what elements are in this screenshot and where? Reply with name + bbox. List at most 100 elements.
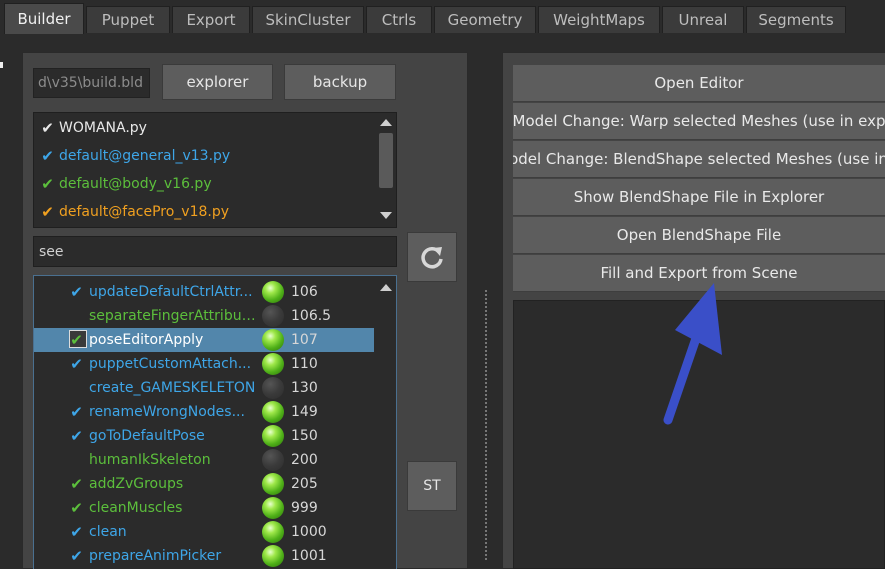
list-item[interactable]: ✔ default@body_v16.py xyxy=(40,172,212,196)
task-order-number: 107 xyxy=(291,332,318,348)
check-icon[interactable]: ✔ xyxy=(68,499,85,517)
tab-skincluster[interactable]: SkinCluster xyxy=(252,6,364,33)
check-icon[interactable]: ✔ xyxy=(68,427,85,445)
task-name: humanIkSkeleton xyxy=(89,452,211,468)
status-light-icon xyxy=(262,545,284,567)
open-editor-button[interactable]: Open Editor xyxy=(513,65,885,102)
arrow-annotation xyxy=(663,283,722,425)
table-row[interactable]: ✔ prepareAnimPicker 1001 xyxy=(34,544,374,568)
status-light-icon xyxy=(262,377,284,399)
tab-weightmaps[interactable]: WeightMaps xyxy=(538,6,660,33)
check-icon[interactable]: ✔ xyxy=(68,475,85,493)
table-row[interactable]: ✔ clean 1000 xyxy=(34,520,374,544)
task-name: prepareAnimPicker xyxy=(89,548,222,564)
task-order-number: 110 xyxy=(291,356,318,372)
tab-ctrls[interactable]: Ctrls xyxy=(366,6,432,33)
status-light-icon xyxy=(262,281,284,303)
table-row[interactable]: ✔ puppetCustomAttach... 110 xyxy=(34,352,374,376)
scrollbar-thumb[interactable] xyxy=(379,133,393,188)
mouse-cursor-icon xyxy=(0,62,3,68)
task-order-number: 999 xyxy=(291,500,318,516)
tab-export[interactable]: Export xyxy=(172,6,250,33)
check-icon: ✔ xyxy=(41,203,54,221)
table-row[interactable]: create_GAMESKELETON 130 xyxy=(34,376,374,400)
task-name: puppetCustomAttach... xyxy=(89,356,252,372)
task-name: separateFingerAttributes xyxy=(89,308,257,324)
check-icon: ✔ xyxy=(41,147,54,165)
check-icon[interactable]: ✔ xyxy=(68,283,85,301)
task-name: renameWrongNodes... xyxy=(89,404,245,420)
list-item[interactable]: ✔ WOMANA.py xyxy=(40,116,147,140)
file-name: default@body_v16.py xyxy=(59,176,212,192)
task-name: goToDefaultPose xyxy=(89,428,205,444)
status-light-icon xyxy=(262,401,284,423)
check-icon[interactable]: ✔ xyxy=(68,403,85,421)
check-icon: ✔ xyxy=(41,119,54,137)
show-blendshape-file-button[interactable]: Show BlendShape File in Explorer xyxy=(513,179,885,216)
task-order-number: 106 xyxy=(291,284,318,300)
task-order-number: 150 xyxy=(291,428,318,444)
list-item[interactable]: ✔ default@general_v13.py xyxy=(40,144,230,168)
st-button[interactable]: ST xyxy=(407,461,457,511)
check-icon[interactable]: ✔ xyxy=(68,331,85,349)
task-order-number: 149 xyxy=(291,404,318,420)
table-row[interactable]: ✔ poseEditorApply 107 xyxy=(34,328,374,352)
check-icon[interactable]: ✔ xyxy=(68,523,85,541)
status-light-icon xyxy=(262,425,284,447)
task-name: cleanMuscles xyxy=(89,500,183,516)
task-order-number: 1001 xyxy=(291,548,327,564)
table-row[interactable]: ✔ renameWrongNodes... 149 xyxy=(34,400,374,424)
task-name: updateDefaultCtrlAttr... xyxy=(89,284,253,300)
task-name: create_GAMESKELETON xyxy=(89,380,256,396)
task-name: addZvGroups xyxy=(89,476,184,492)
check-icon[interactable]: ✔ xyxy=(68,355,85,373)
check-icon[interactable]: ✔ xyxy=(68,547,85,565)
open-blendshape-file-button[interactable]: Open BlendShape File xyxy=(513,217,885,254)
scroll-up-arrow-icon[interactable] xyxy=(380,119,392,126)
backup-button[interactable]: backup xyxy=(284,64,396,100)
status-light-icon xyxy=(262,329,284,351)
status-light-icon xyxy=(262,521,284,543)
build-task-list: ✔ updateDefaultCtrlAttr... 106 separateFing… xyxy=(33,275,397,569)
task-order-number: 205 xyxy=(291,476,318,492)
task-order-number: 1000 xyxy=(291,524,327,540)
build-file-list: ✔ WOMANA.py ✔ default@general_v13.py ✔ d… xyxy=(33,112,397,228)
explorer-button[interactable]: explorer xyxy=(162,64,273,100)
tab-segments[interactable]: Segments xyxy=(746,6,846,33)
tab-geometry[interactable]: Geometry xyxy=(434,6,536,33)
task-order-number: 200 xyxy=(291,452,318,468)
scroll-up-arrow-icon[interactable] xyxy=(380,284,392,291)
table-row[interactable]: ✔ addZvGroups 205 xyxy=(34,472,374,496)
table-row[interactable]: separateFingerAttributes 106.5 xyxy=(34,304,374,328)
task-name: clean xyxy=(89,524,127,540)
status-light-icon xyxy=(262,305,284,327)
file-name: WOMANA.py xyxy=(59,120,147,136)
build-path-field[interactable]: d\v35\build.bld xyxy=(33,68,150,98)
status-light-icon xyxy=(262,473,284,495)
search-input[interactable] xyxy=(33,236,397,267)
refresh-button[interactable] xyxy=(407,232,457,282)
scroll-down-arrow-icon[interactable] xyxy=(380,212,392,219)
task-order-number: 106.5 xyxy=(291,308,332,324)
file-list-scrollbar[interactable] xyxy=(378,115,394,225)
table-row[interactable]: ✔ updateDefaultCtrlAttr... 106 xyxy=(34,280,374,304)
check-icon: ✔ xyxy=(41,175,54,193)
status-light-icon xyxy=(262,449,284,471)
task-order-number: 130 xyxy=(291,380,318,396)
status-light-icon xyxy=(262,497,284,519)
panel-splitter[interactable] xyxy=(485,290,487,560)
tab-builder[interactable]: Builder xyxy=(4,3,84,34)
tab-unreal[interactable]: Unreal xyxy=(662,6,744,33)
status-light-icon xyxy=(262,353,284,375)
refresh-icon xyxy=(421,247,443,269)
warp-model-change-button[interactable]: Model Change: Warp selected Meshes (use … xyxy=(513,103,885,140)
table-row[interactable]: humanIkSkeleton 200 xyxy=(34,448,374,472)
list-item[interactable]: ✔ default@facePro_v18.py xyxy=(40,200,229,224)
table-row[interactable]: ✔ goToDefaultPose 150 xyxy=(34,424,374,448)
task-name: poseEditorApply xyxy=(89,332,204,348)
tab-puppet[interactable]: Puppet xyxy=(86,6,170,33)
table-row[interactable]: ✔ cleanMuscles 999 xyxy=(34,496,374,520)
file-name: default@facePro_v18.py xyxy=(59,204,230,220)
blendshape-model-change-button[interactable]: Model Change: BlendShape selected Meshes… xyxy=(513,141,885,178)
task-list-scrollbar[interactable] xyxy=(378,278,394,568)
